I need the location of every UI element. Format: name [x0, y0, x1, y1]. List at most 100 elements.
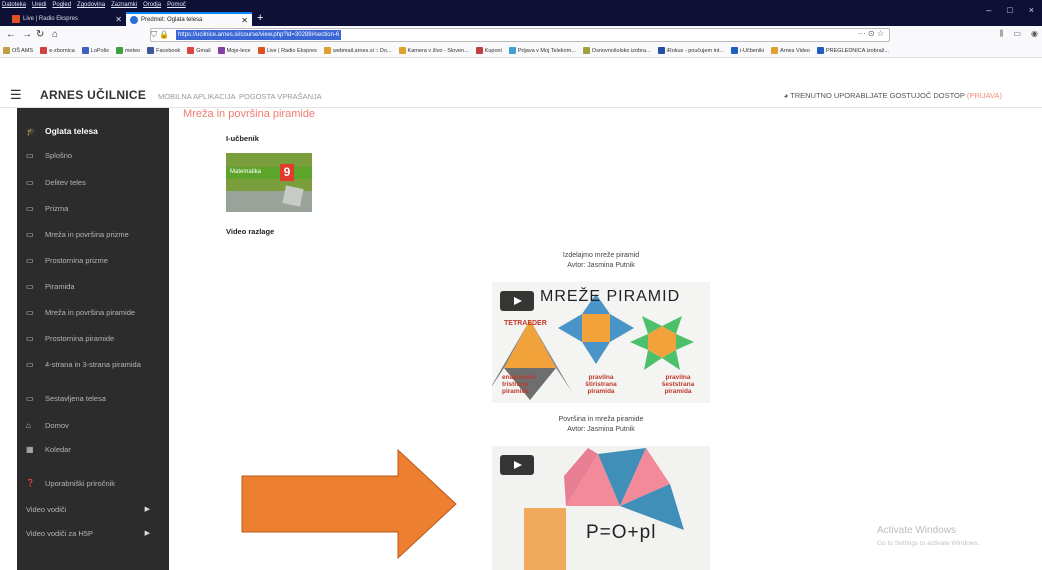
bookmark-item[interactable]: iRokus - poučujem int...: [657, 47, 724, 54]
sidebar-item-section[interactable]: ▭ Mreža in površina prizme: [26, 230, 155, 240]
bookmark-favicon-icon: [257, 47, 265, 54]
bookmark-label: Moje-lece: [226, 47, 251, 54]
shield-lock-icon: ⛉ 🔒: [151, 30, 170, 39]
course-sidebar: 🎓 Oglata telesa ▭ Splošno ▭ Delitev teles ▭ P…: [17, 108, 169, 570]
bookmark-label: webmail.arnes.si :: Do...: [332, 47, 392, 54]
bookmark-item[interactable]: Arnes Video: [771, 47, 810, 54]
tab-oglata-telesa[interactable]: Predmet: Oglata telesa ✕: [126, 12, 252, 26]
menu-tools[interactable]: Orodja: [143, 2, 161, 8]
page-actions-icon[interactable]: ··· ⊙ ☆: [858, 29, 884, 38]
activate-windows-subtitle: Go to Settings to activate Windows.: [877, 540, 980, 547]
back-arrow-icon[interactable]: ←: [6, 29, 16, 41]
orange-arrow-icon: [241, 448, 457, 560]
sidebar-item-section[interactable]: ▭ Sestavljena telesa: [26, 394, 155, 404]
sidebar-nav-item[interactable]: ⌂ Domov: [26, 421, 69, 430]
menu-file[interactable]: Datoteka: [2, 2, 26, 8]
user-manual-link[interactable]: ❓ Uporabniški priročnik: [26, 479, 115, 488]
course-title[interactable]: 🎓 Oglata telesa: [26, 126, 98, 136]
bookmark-favicon-icon: [582, 47, 590, 54]
account-icon[interactable]: ◉: [1031, 29, 1038, 39]
bookmark-item[interactable]: PREGLEDNICA izobraž...: [817, 47, 889, 54]
bookmark-favicon-icon: [657, 47, 665, 54]
sidebar-item-section[interactable]: ▭ 4-strana in 3-strana piramida: [26, 360, 155, 370]
play-button[interactable]: [500, 455, 534, 475]
close-window-button[interactable]: ×: [1029, 5, 1034, 15]
bookmark-item[interactable]: Kuponi: [475, 47, 502, 54]
sidebar-item-section[interactable]: ▭ Splošno: [26, 151, 155, 161]
bookmark-item[interactable]: i-Učbeniki: [730, 47, 764, 54]
reload-icon[interactable]: ↻: [36, 29, 44, 41]
bookmark-item[interactable]: Live | Radio Ekspres: [257, 47, 317, 54]
menu-view[interactable]: Pogled: [52, 2, 71, 8]
bookmark-item[interactable]: webmail.arnes.si :: Do...: [323, 47, 392, 54]
arnes-favicon-icon: [130, 16, 138, 24]
login-link[interactable]: (PRIJAVA): [967, 91, 1002, 100]
video-section-label: Video razlage: [226, 227, 275, 236]
activate-windows-title: Activate Windows: [877, 525, 956, 536]
bookmark-item[interactable]: Osnovnošolsko izobra...: [582, 47, 651, 54]
video-player-surface[interactable]: P=O+pl: [492, 446, 710, 570]
textbook-label: I-učbenik: [226, 134, 259, 143]
bookmark-favicon-icon: [217, 47, 225, 54]
video-caption-1: Izdelajmo mreže piramid Avtor: Jasmina P…: [492, 251, 710, 271]
video-author: Avtor: Jasmina Putnik: [567, 426, 635, 433]
bookmark-favicon-icon: [475, 47, 483, 54]
address-bar[interactable]: ⛉ 🔒 https://ucilnice.arnes.si/course/vie…: [150, 28, 890, 42]
menu-icon[interactable]: ☰: [10, 87, 22, 103]
sidebar-icon[interactable]: ▭: [1013, 29, 1021, 39]
bookmark-label: Osnovnošolsko izobra...: [591, 47, 651, 54]
bookmark-item[interactable]: LoPolis: [81, 47, 109, 54]
menu-help[interactable]: Pomoč: [167, 2, 186, 8]
mute-close-icon[interactable]: ✕: [115, 15, 122, 24]
maximize-button[interactable]: □: [1007, 5, 1012, 15]
forward-arrow-icon[interactable]: →: [22, 29, 32, 41]
bookmark-item[interactable]: Prijava v Moj Telekom...: [508, 47, 576, 54]
folder-icon: ▭: [26, 282, 34, 291]
minimize-button[interactable]: –: [986, 5, 991, 15]
sidebar-item-section[interactable]: ▭ Mreža in površina piramide: [26, 308, 155, 318]
bookmark-item[interactable]: Kamera v živo - Sloven...: [398, 47, 469, 54]
bookmark-item[interactable]: Facebook: [147, 47, 180, 54]
bookmark-item[interactable]: meteo: [115, 47, 140, 54]
menu-bookmarks[interactable]: Zaznamki: [111, 2, 137, 8]
tab-radio-ekspres[interactable]: Live | Radio Ekspres ✕: [8, 12, 126, 26]
bookmark-favicon-icon: [40, 47, 48, 54]
url-text[interactable]: https://ucilnice.arnes.si/course/view.ph…: [176, 30, 342, 40]
library-icon[interactable]: ⫼: [1000, 29, 1004, 39]
mobile-app-link[interactable]: MOBILNA APLIKACIJA: [158, 92, 236, 101]
sidebar-item-label: Sestavljena telesa: [45, 394, 106, 403]
video-guides-menu[interactable]: Video vodiči ▶: [26, 505, 166, 514]
bookmark-label: OŠ AMS: [12, 47, 34, 54]
sidebar-item-section[interactable]: ▭ Prizma: [26, 204, 155, 214]
bookmark-label: Kuponi: [484, 47, 502, 54]
video-player-nets[interactable]: MREŽE PIRAMID TETRAEDER enakoroba tristr…: [492, 282, 710, 403]
video-guides-menu[interactable]: Video vodiči za H5P ▶: [26, 529, 166, 538]
menu-history[interactable]: Zgodovina: [77, 2, 105, 8]
sidebar-item-section[interactable]: ▭ Piramida: [26, 282, 155, 292]
new-tab-button[interactable]: +: [252, 12, 268, 26]
textbook-cover-image[interactable]: Matematika 9: [226, 153, 312, 212]
sidebar-item-label: Piramida: [45, 282, 75, 291]
tab-strip: Live | Radio Ekspres ✕ Predmet: Oglata t…: [8, 12, 268, 26]
close-icon[interactable]: ✕: [241, 16, 248, 25]
bookmark-item[interactable]: Gmail: [187, 47, 211, 54]
sidebar-item-section[interactable]: ▭ Delitev teles: [26, 178, 155, 188]
bookmark-item[interactable]: OŠ AMS: [3, 47, 33, 54]
sidebar-item-section[interactable]: ▭ Prostornina prizme: [26, 256, 155, 266]
menu-edit[interactable]: Uredi: [32, 2, 46, 8]
sidebar-item-section[interactable]: ▭ Prostornina piramide: [26, 334, 155, 344]
bookmarks-toolbar: OŠ AMS e-zbornica LoPolis meteo Facebook Gmai…: [0, 44, 1042, 58]
bookmark-favicon-icon: [187, 47, 195, 54]
video-guides-label: Video vodiči za H5P: [26, 529, 93, 538]
bookmark-item[interactable]: Moje-lece: [217, 47, 251, 54]
toolbar-icons: ⫼ ▭ ◉: [1000, 29, 1038, 39]
faq-link[interactable]: POGOSTA VPRAŠANJA: [239, 92, 322, 101]
play-button[interactable]: [500, 291, 534, 311]
sidebar-nav-item[interactable]: ▦ Koledar: [26, 445, 71, 454]
sidebar-nav-label: Koledar: [45, 445, 71, 454]
home-page-icon[interactable]: ⌂: [52, 29, 58, 41]
site-name[interactable]: ARNES UČILNICE: [40, 88, 146, 102]
bookmark-label: PREGLEDNICA izobraž...: [826, 47, 889, 54]
bookmark-item[interactable]: e-zbornica: [40, 47, 75, 54]
expand-arrow-icon: ▶: [144, 506, 150, 513]
